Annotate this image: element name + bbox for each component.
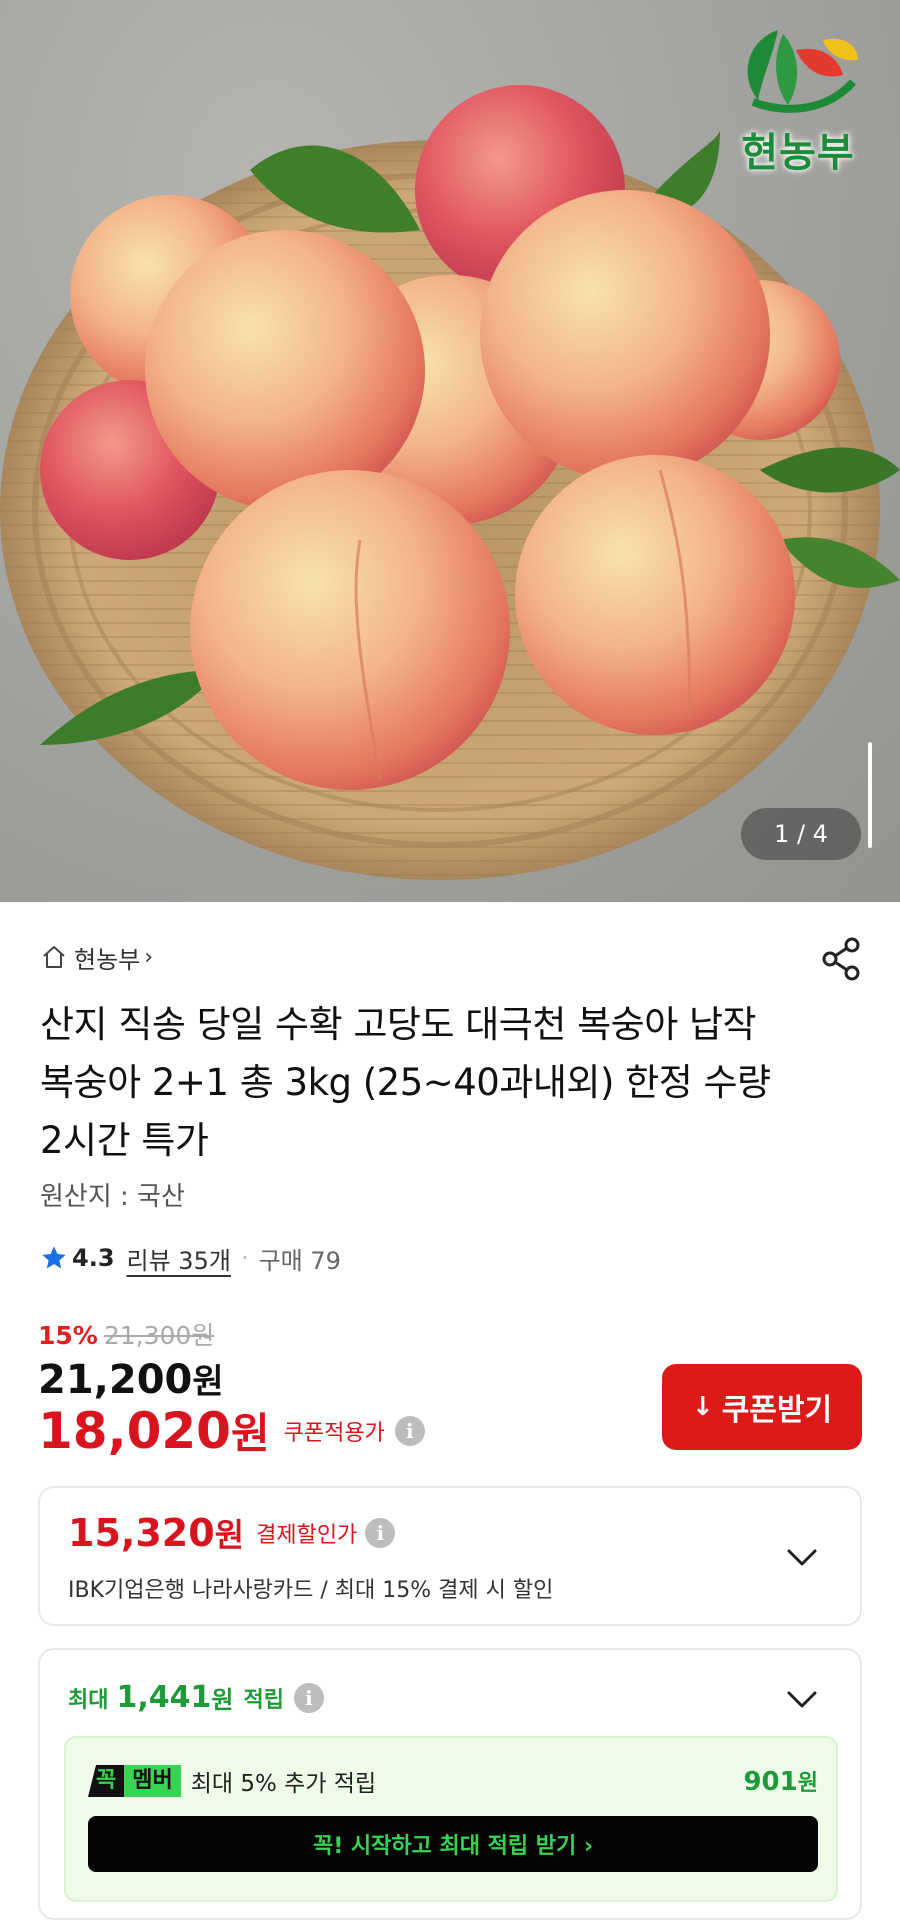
info-icon[interactable]: i (394, 1415, 425, 1446)
member-bonus-unit: 원 (797, 1771, 818, 1796)
member-benefit-box: 꼭 멤버 최대 5% 추가 적립 901원 꼭! 시작하고 최대 적립 받기 › (64, 1736, 838, 1902)
points-summary: 최대 1,441 원 적립 i (68, 1680, 324, 1715)
points-unit: 원 (211, 1686, 234, 1714)
points-prefix: 최대 (68, 1687, 109, 1713)
member-benefit-row: 꼭 멤버 최대 5% 추가 적립 901원 (88, 1764, 818, 1798)
member-benefit-text: 최대 5% 추가 적립 (190, 1771, 377, 1797)
discount-row: 15% 21,300원 (38, 1316, 214, 1352)
points-amount: 1,441 (116, 1680, 212, 1715)
payment-discount-price: 15,320 원 결제할인가 i (68, 1510, 396, 1556)
store-name: 현농부 (74, 945, 141, 974)
rating-score: 4.3 (72, 1244, 115, 1272)
sale-price-unit: 원 (192, 1362, 224, 1402)
sale-price-amount: 21,200 (38, 1357, 193, 1403)
payment-discount-description: IBK기업은행 나라사랑카드 / 최대 15% 결제 시 할인 (68, 1578, 554, 1603)
kkok-member-badge: 꼭 멤버 (88, 1765, 181, 1797)
brand-logo-icon (747, 30, 858, 113)
coupon-price-unit: 원 (230, 1409, 270, 1458)
original-price: 21,300원 (103, 1321, 215, 1350)
reviews-link[interactable]: 리뷰 35개 (127, 1241, 231, 1276)
rating-row: 4.3 리뷰 35개 · 구매 79 (40, 1240, 341, 1276)
house-icon (43, 946, 65, 968)
star-icon (42, 1246, 66, 1269)
payment-discount-amount: 15,320 (68, 1511, 215, 1555)
coupon-price: 18,020 원 쿠폰적용가 i (38, 1400, 425, 1461)
member-bonus: 901원 (743, 1765, 818, 1797)
info-icon[interactable]: i (293, 1682, 324, 1713)
download-icon: ↓ (691, 1392, 714, 1422)
product-image[interactable]: 현농부 1 / 4 (0, 0, 900, 902)
kkok-badge-part2: 멤버 (124, 1765, 181, 1797)
coupon-price-label: 쿠폰적용가 (283, 1420, 385, 1446)
chevron-down-icon[interactable] (786, 1548, 818, 1568)
member-bonus-amount: 901 (743, 1767, 798, 1797)
product-origin: 원산지 : 국산 (40, 1182, 185, 1212)
discount-rate: 15% (38, 1321, 98, 1350)
points-card: 최대 1,441 원 적립 i 꼭 멤버 최대 5% 추가 적립 901원 꼭!… (38, 1648, 862, 1920)
get-coupon-label: 쿠폰받기 (721, 1393, 833, 1428)
image-pager: 1 / 4 (741, 808, 861, 860)
info-icon[interactable]: i (365, 1518, 396, 1548)
store-link[interactable]: 현농부 › (40, 940, 153, 974)
coupon-price-amount: 18,020 (38, 1401, 231, 1460)
purchase-count: 구매 79 (258, 1246, 341, 1275)
payment-discount-unit: 원 (214, 1516, 245, 1554)
scroll-indicator[interactable] (868, 742, 872, 848)
points-suffix: 적립 (243, 1687, 284, 1713)
share-icon[interactable] (820, 935, 864, 983)
chevron-down-icon[interactable] (786, 1690, 818, 1710)
kkok-badge-part1: 꼭 (88, 1765, 125, 1797)
payment-discount-label: 결제할인가 (256, 1523, 358, 1548)
brand-logo: 현농부 (728, 20, 868, 180)
get-coupon-button[interactable]: ↓ 쿠폰받기 (662, 1364, 862, 1450)
separator-dot: · (240, 1244, 249, 1272)
sale-price: 21,200원 (38, 1354, 224, 1403)
store-chevron: › (144, 944, 154, 970)
start-membership-button[interactable]: 꼭! 시작하고 최대 적립 받기 › (88, 1816, 818, 1872)
payment-discount-card[interactable]: 15,320 원 결제할인가 i IBK기업은행 나라사랑카드 / 최대 15%… (38, 1486, 862, 1626)
product-title: 산지 직송 당일 수확 고당도 대극천 복숭아 납작 복숭아 2+1 총 3kg… (40, 1003, 771, 1162)
brand-logo-text: 현농부 (741, 130, 855, 176)
